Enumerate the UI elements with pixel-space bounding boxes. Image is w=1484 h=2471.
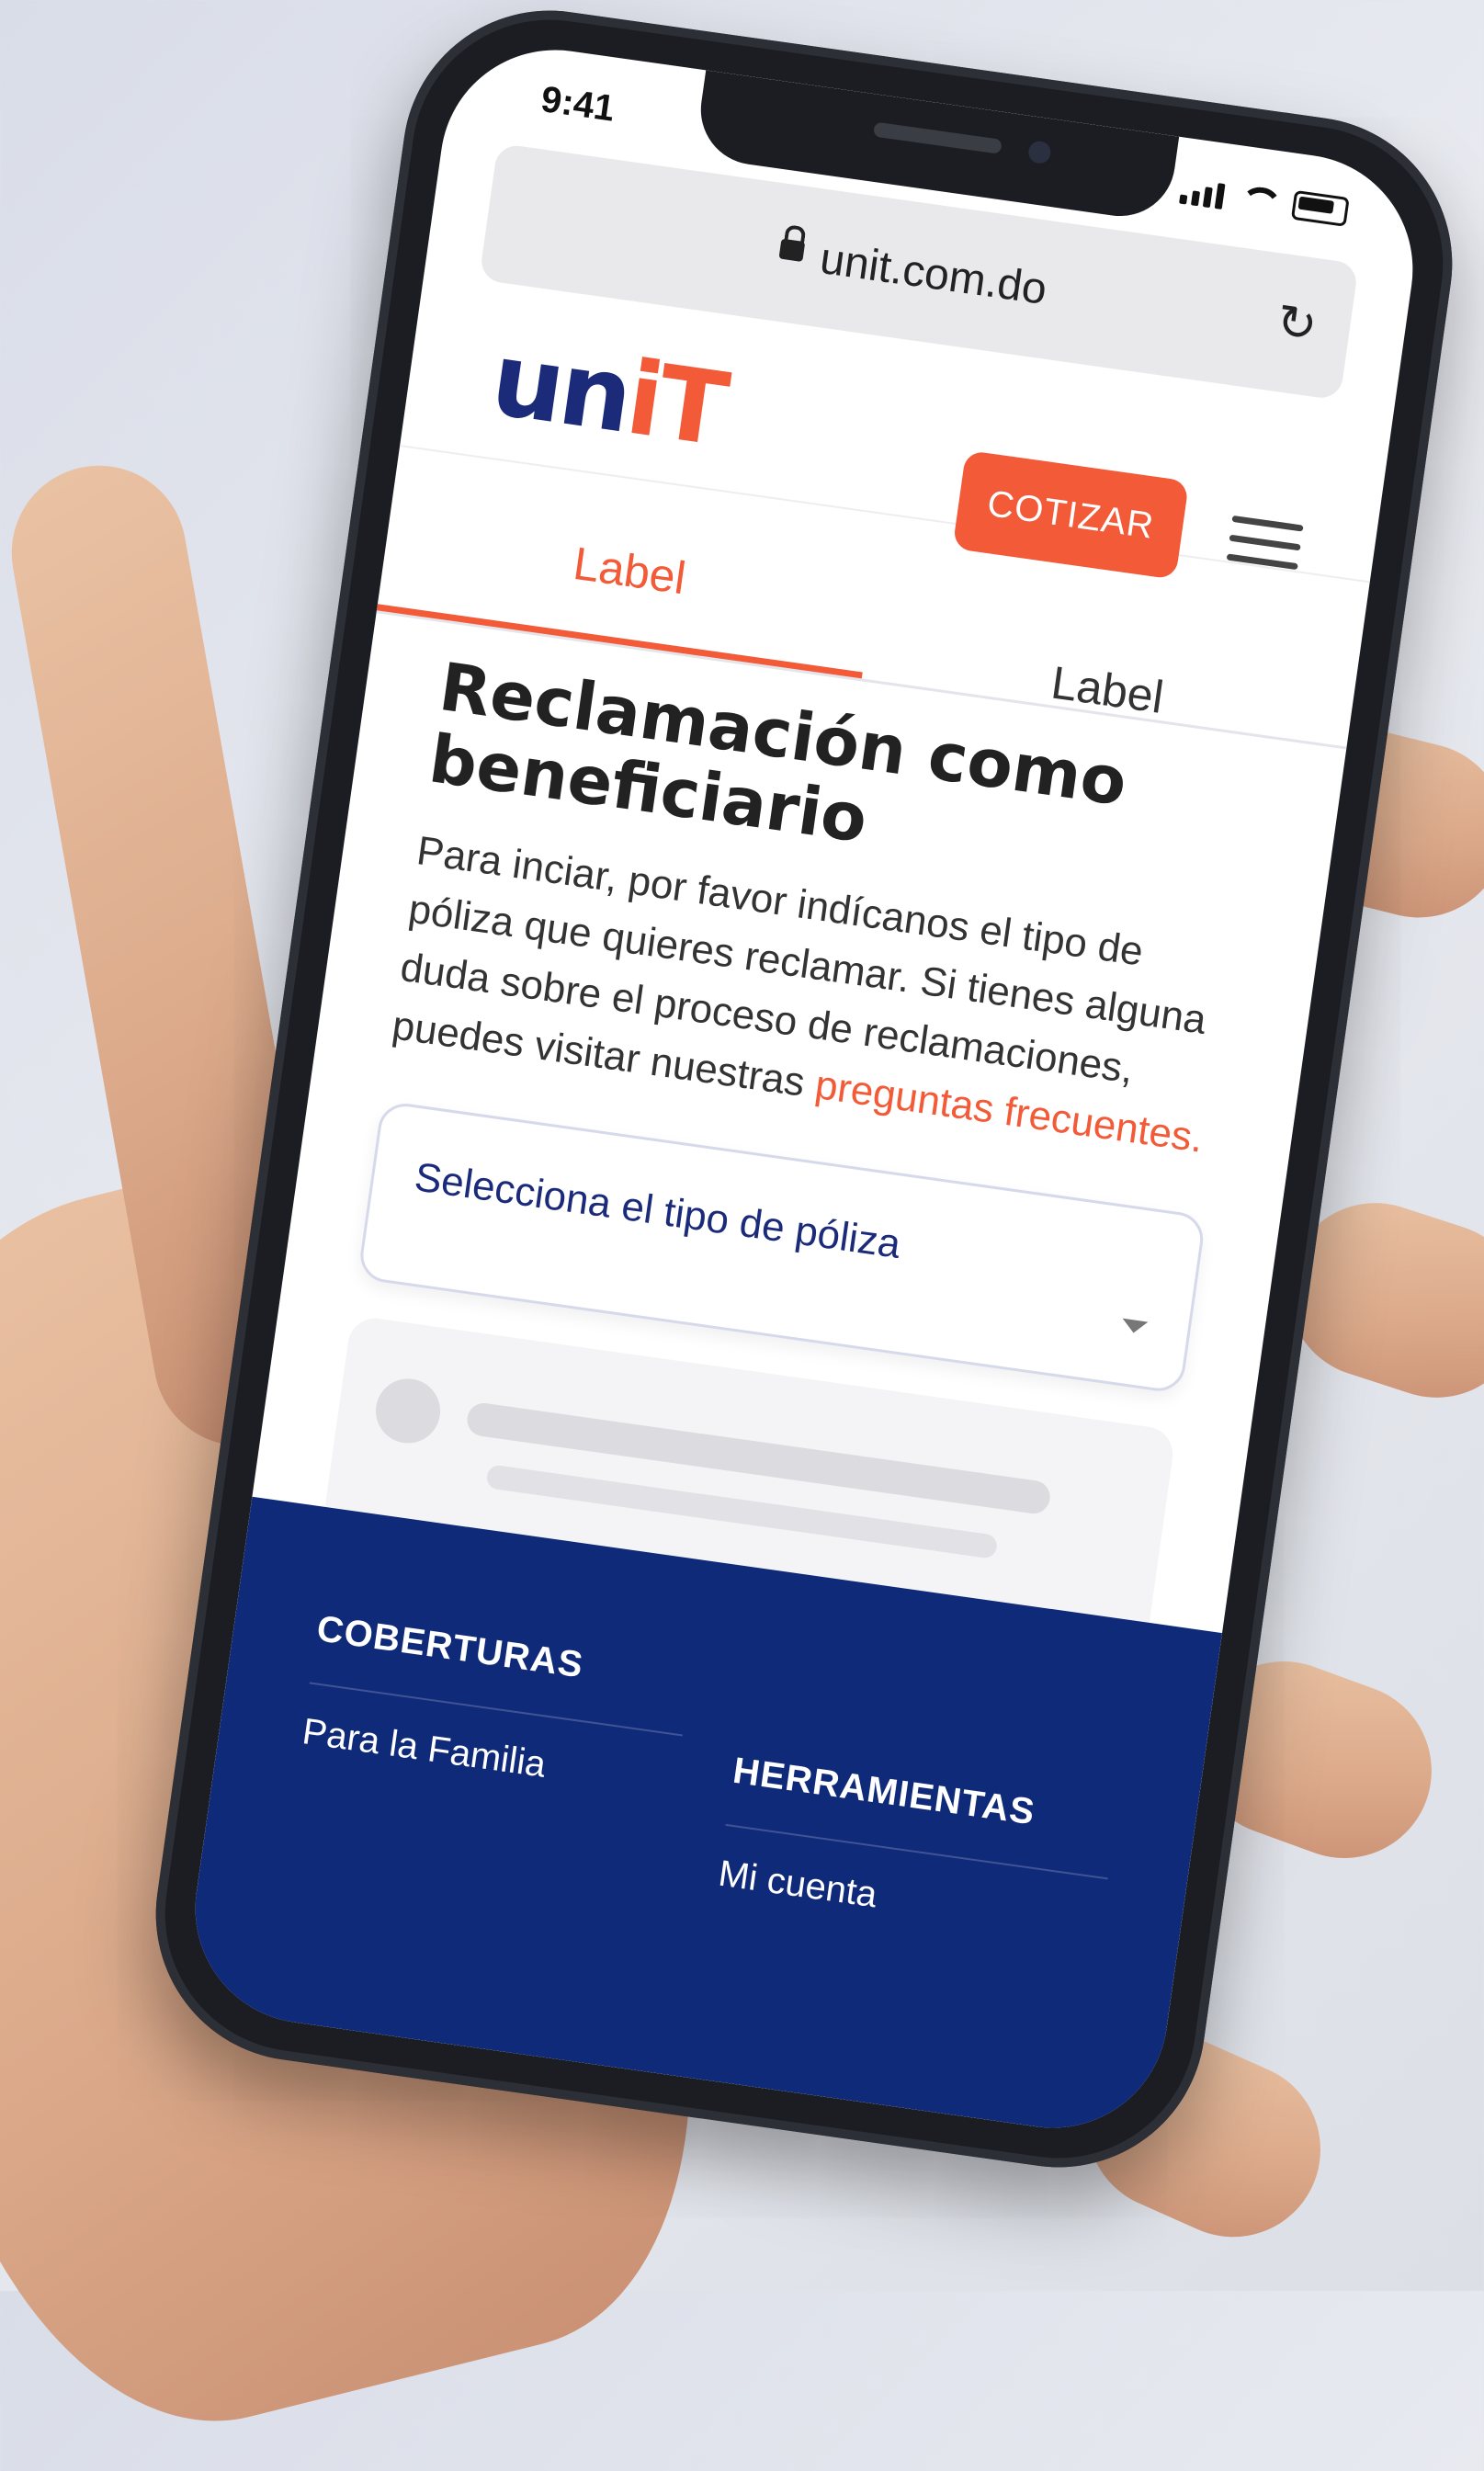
reload-icon[interactable]: ↻ xyxy=(1274,294,1321,354)
phone-device: 9:41 unit.com.do ↻ uniT COTIZAR Label La… xyxy=(137,0,1471,2187)
wifi-icon xyxy=(1238,185,1278,217)
signal-icon xyxy=(1179,178,1226,210)
battery-icon xyxy=(1290,189,1350,227)
front-camera xyxy=(1026,140,1052,165)
footer-column-herramientas: HERRAMIENTAS Mi cuenta xyxy=(716,1751,1118,1948)
footer-link-mi-cuenta[interactable]: Mi cuenta xyxy=(716,1853,1104,1948)
footer-heading: HERRAMIENTAS xyxy=(730,1750,1038,1833)
logo-text-orange: iT xyxy=(619,338,732,469)
unit-logo[interactable]: uniT xyxy=(484,320,731,469)
skeleton-line xyxy=(465,1400,1053,1515)
faq-link[interactable]: preguntas frecuentes. xyxy=(812,1062,1206,1162)
phone-screen: 9:41 unit.com.do ↻ uniT COTIZAR Label La… xyxy=(180,35,1428,2143)
chevron-down-icon xyxy=(1120,1318,1149,1334)
system-icons xyxy=(1179,175,1350,227)
footer-column-coberturas: COBERTURAS Para la Familia xyxy=(300,1608,693,1805)
browser-url: unit.com.do xyxy=(817,233,1050,314)
status-time: 9:41 xyxy=(538,78,617,130)
skeleton-avatar xyxy=(371,1374,445,1447)
hamburger-menu-icon[interactable] xyxy=(1225,515,1304,583)
footer-heading: COBERTURAS xyxy=(314,1608,586,1686)
logo-text-blue: un xyxy=(484,319,637,456)
speaker xyxy=(873,121,1003,154)
lock-icon xyxy=(778,238,806,262)
select-placeholder: Selecciona el tipo de póliza xyxy=(412,1153,904,1267)
